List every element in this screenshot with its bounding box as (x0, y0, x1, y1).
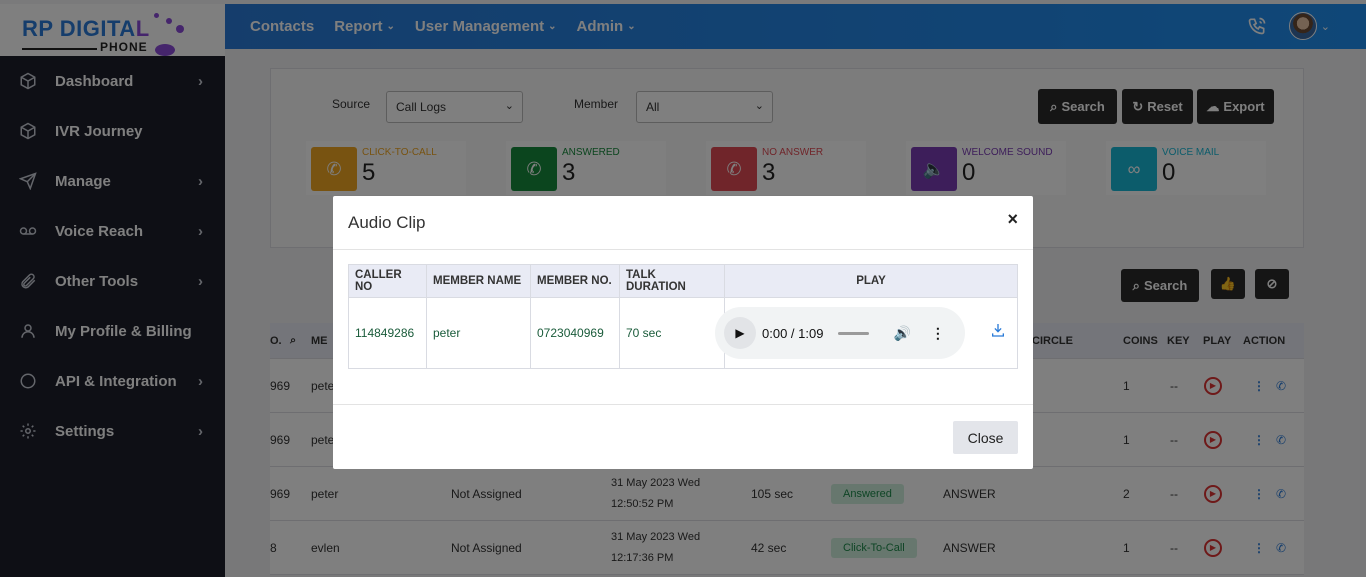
col-header: TALK DURATION (619, 264, 725, 298)
volume-icon[interactable]: 🔊 (893, 325, 910, 342)
col-header: MEMBER NO. (530, 264, 620, 298)
member-no: 0723040969 (530, 297, 620, 369)
col-header: MEMBER NAME (426, 264, 531, 298)
col-header: CALLER NO (348, 264, 427, 298)
play-button[interactable]: ▶ (724, 317, 756, 349)
modal-header: Audio Clip × (333, 196, 1033, 250)
audio-progress-bar[interactable] (838, 331, 870, 335)
modal-title: Audio Clip (348, 212, 426, 232)
caller-no: 114849286 (348, 297, 427, 369)
audio-player: ▶ 0:00 / 1:09 🔊 ⋮ (715, 307, 965, 359)
talk-duration: 70 sec (619, 297, 725, 369)
download-icon[interactable] (990, 322, 1006, 342)
close-icon[interactable]: × (1007, 209, 1018, 230)
col-header: PLAY (724, 264, 1018, 298)
audio-time: 0:00 / 1:09 (762, 325, 824, 341)
table-header-row: CALLER NO MEMBER NAME MEMBER NO. TALK DU… (348, 264, 1018, 298)
more-vertical-icon[interactable]: ⋮ (931, 325, 945, 342)
modal-footer: Close (333, 404, 1033, 469)
audio-clip-modal: Audio Clip × CALLER NO MEMBER NAME MEMBE… (333, 196, 1033, 469)
member-name: peter (426, 297, 531, 369)
close-button[interactable]: Close (953, 421, 1018, 454)
play-icon: ▶ (735, 326, 745, 340)
